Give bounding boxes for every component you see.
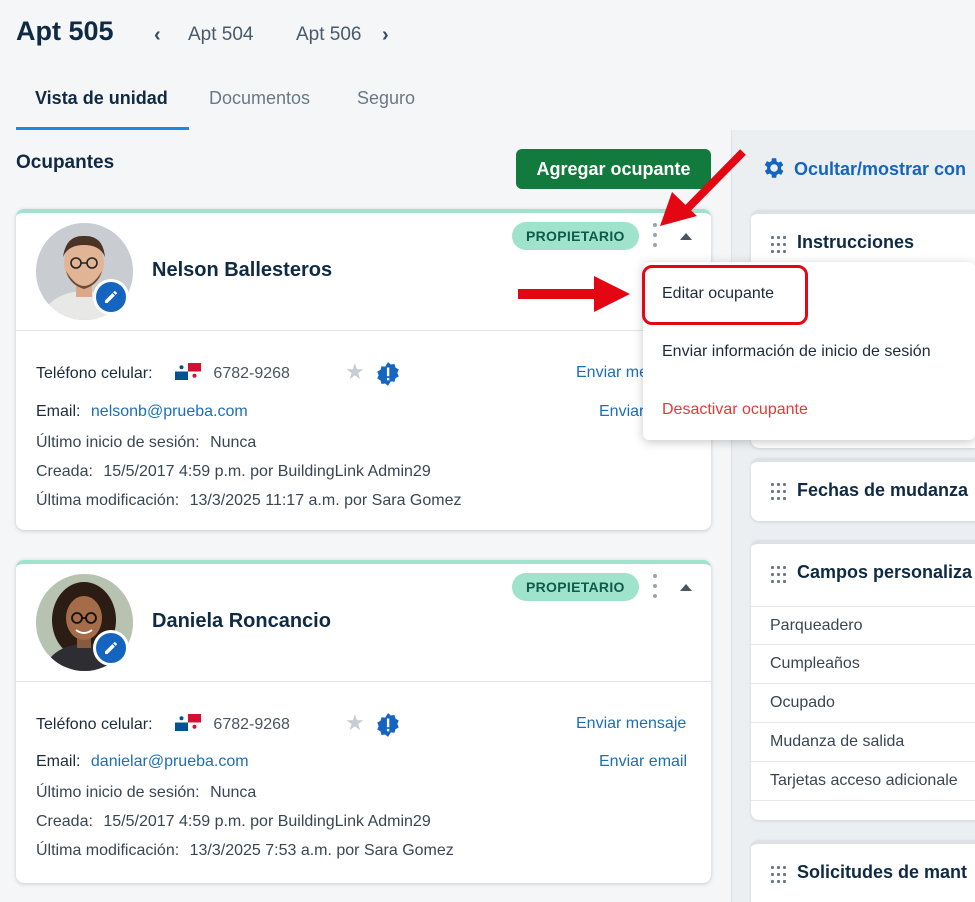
red-arrow-annotation <box>518 149 746 312</box>
arrow-to-edit-item <box>518 276 630 312</box>
arrow-to-kebab <box>660 149 746 226</box>
